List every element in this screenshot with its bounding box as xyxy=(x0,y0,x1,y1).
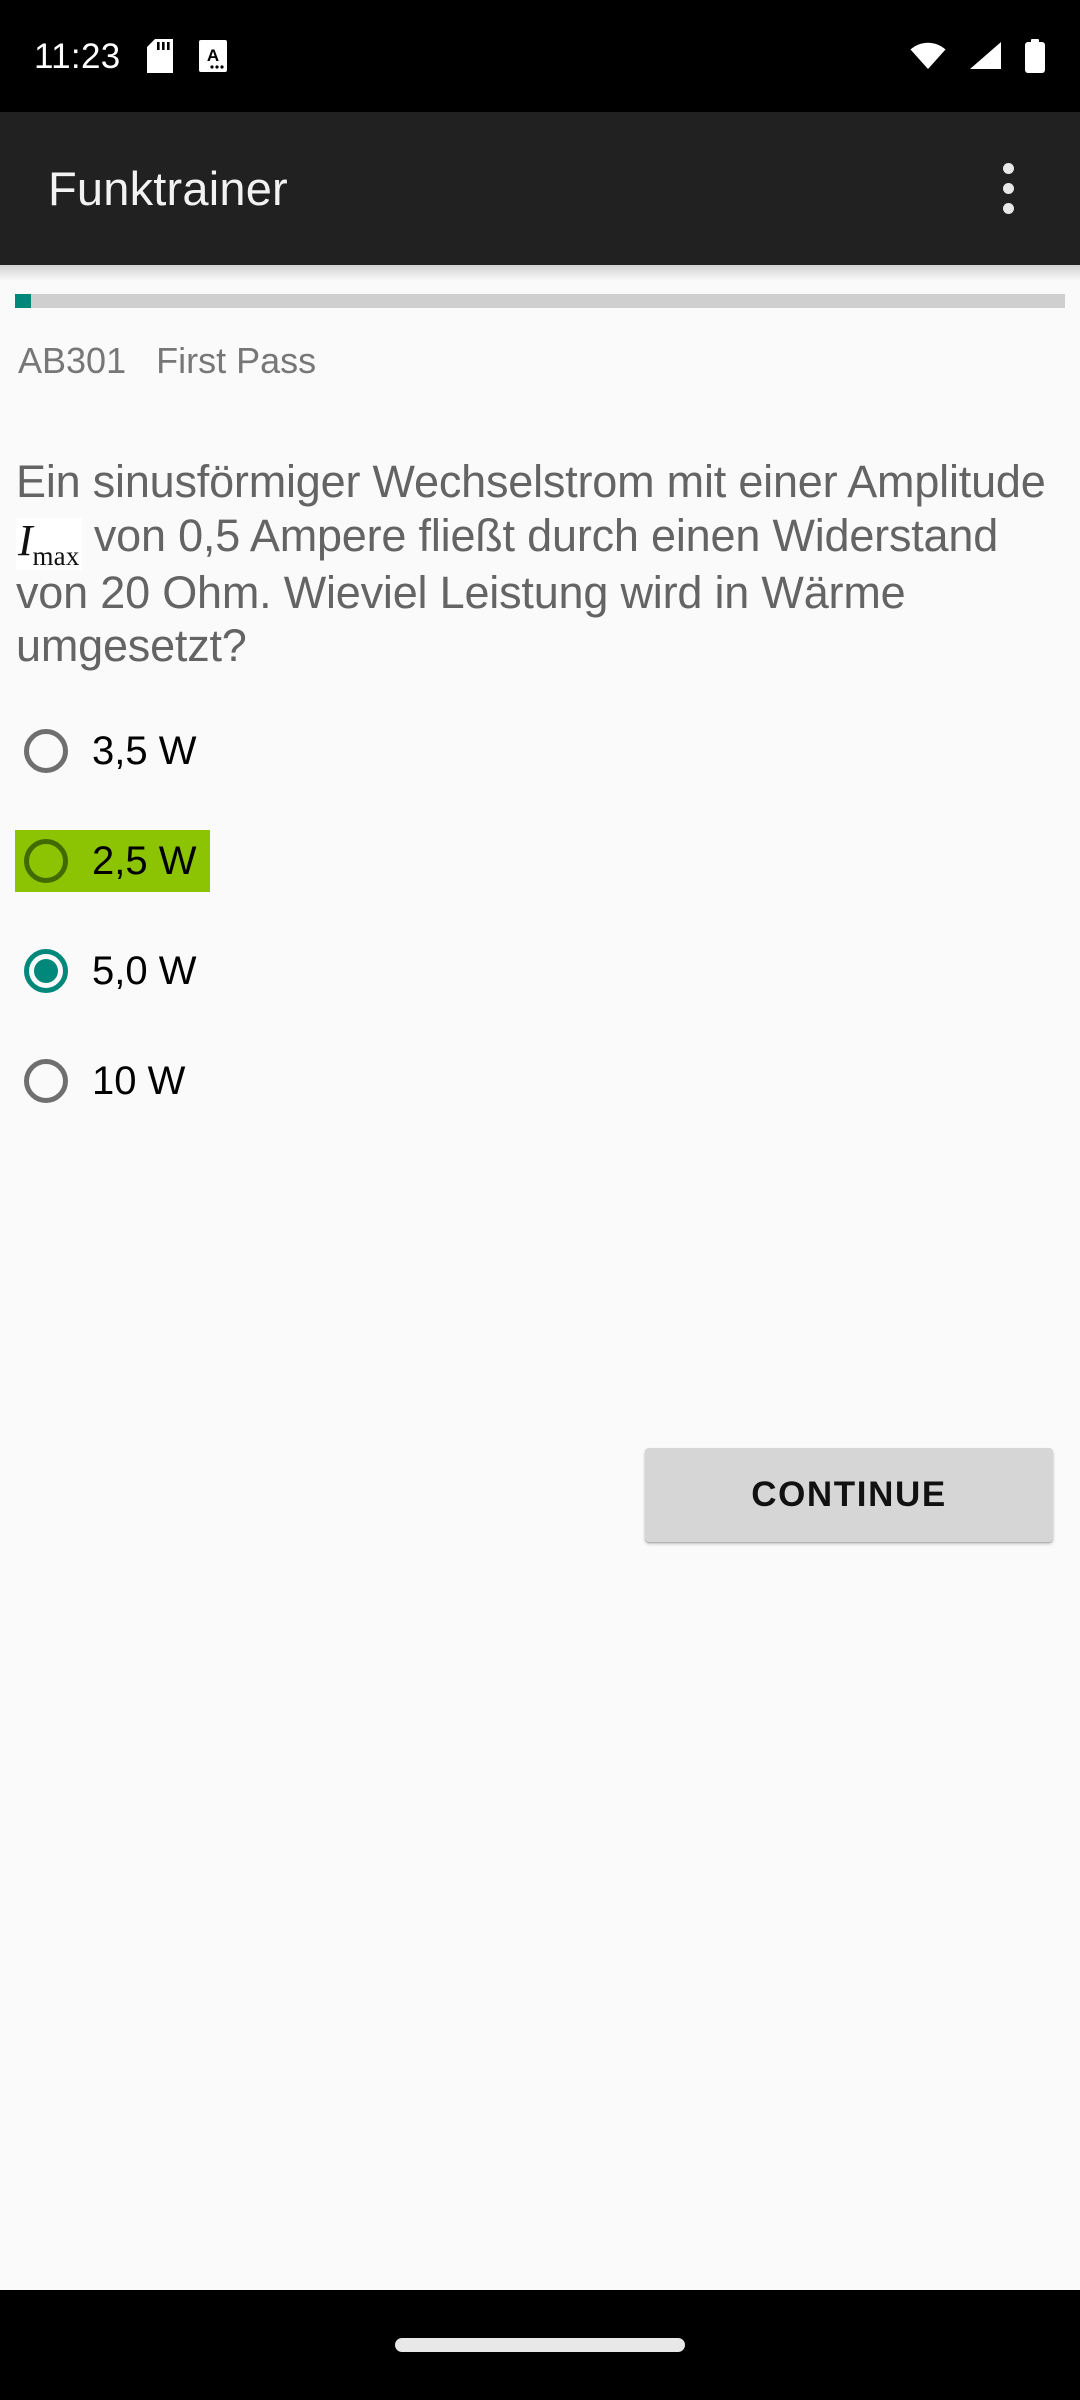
quiz-progress-fill xyxy=(15,294,31,308)
cellular-signal-icon xyxy=(968,42,1002,70)
formula-subscript: max xyxy=(32,540,80,571)
quiz-progress-bar xyxy=(15,294,1065,308)
sd-card-icon xyxy=(146,39,173,73)
overflow-dot xyxy=(1002,163,1014,174)
system-navigation-bar xyxy=(0,2290,1080,2400)
status-bar: 11:23 A xyxy=(0,0,1080,112)
answer-options-list: 3,5 W 2,5 W 5,0 W 10 W xyxy=(0,720,1080,1160)
radio-button-2[interactable] xyxy=(24,839,68,883)
pass-label: First Pass xyxy=(156,340,317,381)
status-bar-right xyxy=(910,39,1046,73)
answer-option-4[interactable]: 10 W xyxy=(15,1050,199,1112)
status-clock: 11:23 xyxy=(34,36,121,76)
app-bar: Funktrainer xyxy=(0,112,1080,265)
radio-button-1[interactable] xyxy=(24,729,68,773)
answer-option-label: 5,0 W xyxy=(92,949,197,993)
question-id-label: AB301 xyxy=(18,340,127,381)
answer-option-3[interactable]: 5,0 W xyxy=(15,940,210,1002)
answer-option-2[interactable]: 2,5 W xyxy=(15,830,211,892)
phone-screen: 11:23 A Funktrainer AB301 First Pass Ein… xyxy=(0,0,1080,2400)
answer-option-label: 3,5 W xyxy=(92,729,197,773)
question-text-part-1: Ein sinusförmiger Wechselstrom mit einer… xyxy=(16,456,1046,507)
question-text: Ein sinusförmiger Wechselstrom mit einer… xyxy=(16,455,1056,673)
question-meta: AB301 First Pass xyxy=(18,343,316,379)
radio-button-4[interactable] xyxy=(24,1059,68,1103)
overflow-dot xyxy=(1002,183,1014,194)
app-bar-shadow xyxy=(0,265,1080,281)
more-vert-icon[interactable] xyxy=(960,141,1056,237)
home-gesture-pill[interactable] xyxy=(395,2338,685,2352)
formula-imax-image: Imax xyxy=(16,515,82,571)
wifi-icon xyxy=(910,42,946,70)
automation-doc-icon: A xyxy=(198,40,227,72)
status-bar-left: 11:23 A xyxy=(34,39,227,74)
question-text-part-2: von 0,5 Ampere fließt durch einen Widers… xyxy=(16,509,999,672)
battery-icon xyxy=(1024,39,1046,73)
formula-symbol: I xyxy=(18,515,33,565)
svg-text:A: A xyxy=(206,46,218,65)
answer-option-1[interactable]: 3,5 W xyxy=(15,720,210,782)
overflow-dot xyxy=(1002,203,1014,214)
continue-button[interactable]: CONTINUE xyxy=(645,1448,1053,1542)
radio-button-3[interactable] xyxy=(24,949,68,993)
answer-option-label: 10 W xyxy=(92,1059,186,1103)
question-content: AB301 First Pass Ein sinusförmiger Wechs… xyxy=(0,265,1080,2290)
app-title: Funktrainer xyxy=(48,162,288,215)
answer-option-label: 2,5 W xyxy=(92,839,197,883)
